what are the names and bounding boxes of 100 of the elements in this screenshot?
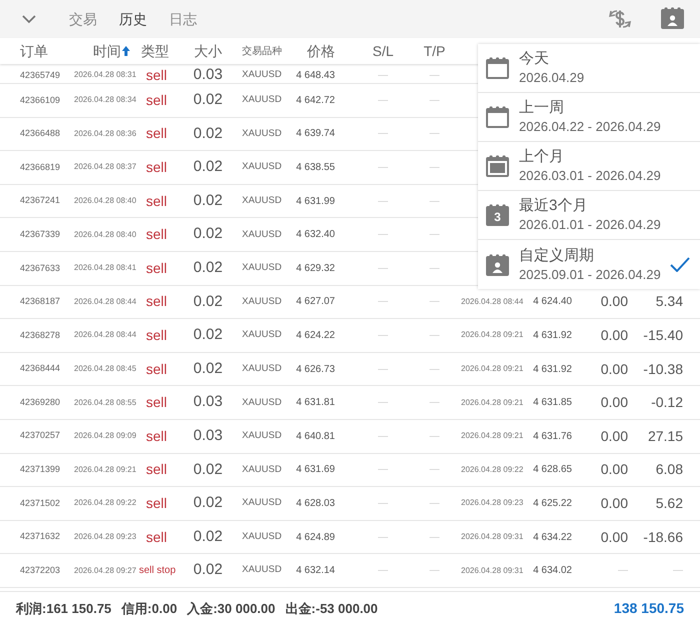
- calendar-person-icon: [660, 6, 685, 30]
- close-price: 4 634.22: [533, 530, 572, 545]
- trade-type: sell stop: [138, 564, 176, 578]
- take-profit: —: [430, 430, 440, 444]
- column-header[interactable]: 时间: [93, 40, 138, 62]
- close-price: 4 631.76: [533, 430, 572, 444]
- symbol: XAUUSD: [241, 530, 283, 544]
- open-time: 2026.04.28 08:41: [74, 262, 138, 274]
- take-profit: —: [430, 262, 440, 276]
- column-header[interactable]: 价格: [307, 40, 358, 62]
- price: 4 638.55: [296, 160, 336, 175]
- volume: 0.02: [193, 325, 223, 346]
- column-header[interactable]: 类型: [138, 40, 169, 62]
- order-number: 42370257: [20, 429, 62, 442]
- take-profit: —: [430, 160, 440, 175]
- swap: 0.00: [600, 393, 628, 412]
- order-number: 42371632: [20, 530, 62, 544]
- order-number: 42368444: [20, 362, 62, 376]
- price: 4 624.22: [296, 328, 336, 343]
- table-row[interactable]: 42371399 2026.04.28 09:21 sell 0.02 XAUUSD 4 631.69 — — 2026.04.28 09:22 4 628.65 0.00 6.08: [0, 454, 700, 488]
- trade-type: sell: [145, 393, 168, 412]
- take-profit: —: [430, 328, 440, 343]
- order-number: 42366819: [20, 160, 62, 174]
- open-time: 2026.04.28 09:09: [74, 430, 138, 442]
- stop-loss: —: [378, 295, 388, 310]
- volume: 0.03: [193, 65, 223, 85]
- period-range: 2026.04.29: [519, 69, 584, 87]
- total-balance: 138 150.75: [614, 599, 684, 618]
- volume: 0.03: [193, 426, 223, 446]
- trade-type: sell: [145, 426, 168, 446]
- close-price: 4 628.65: [533, 463, 572, 478]
- take-profit: —: [430, 68, 440, 83]
- column-header[interactable]: S/L: [372, 40, 394, 62]
- price: 4 632.40: [296, 228, 336, 242]
- take-profit: —: [430, 94, 440, 108]
- period-option[interactable]: 上个月 2026.03.01 - 2026.04.29: [478, 142, 700, 191]
- summary-item: 信用:0.00: [121, 600, 178, 618]
- close-price: 4 624.40: [533, 295, 572, 310]
- stop-loss: —: [378, 496, 388, 511]
- calendar-icon: [485, 105, 510, 129]
- profit: 6.08: [656, 460, 683, 480]
- close-time: 2026.04.28 09:22: [461, 464, 524, 476]
- table-row[interactable]: 42368444 2026.04.28 08:45 sell 0.02 XAUUSD 4 626.73 — — 2026.04.28 09:21 4 631.92 0.00 -10.38: [0, 352, 700, 386]
- open-time: 2026.04.28 09:27: [74, 564, 138, 577]
- trade-type: sell: [145, 192, 168, 211]
- period-option[interactable]: 上一周 2026.04.22 - 2026.04.29: [478, 93, 700, 142]
- trade-type: sell: [145, 90, 168, 110]
- volume: 0.02: [193, 358, 223, 379]
- volume: 0.02: [193, 560, 223, 580]
- price: 4 642.72: [296, 94, 336, 108]
- period-option[interactable]: 今天 2026.04.29: [478, 44, 700, 93]
- summary-item: 利润:161 150.75: [16, 600, 112, 618]
- chevron-down-icon[interactable]: [22, 14, 36, 24]
- price: 4 640.81: [296, 430, 336, 444]
- open-time: 2026.04.28 09:23: [74, 531, 138, 544]
- table-row[interactable]: 42371632 2026.04.28 09:23 sell 0.02 XAUUSD 4 624.89 — — 2026.04.28 09:31 4 634.22 0.00 -18.66: [0, 520, 700, 554]
- table-row[interactable]: 42370257 2026.04.28 09:09 sell 0.03 XAUUSD 4 640.81 — — 2026.04.28 09:21 4 631.76 0.00 27.15: [0, 420, 700, 454]
- symbol: XAUUSD: [241, 261, 283, 276]
- symbol: XAUUSD: [241, 294, 283, 309]
- order-number: 42365749: [20, 68, 62, 82]
- order-number: 42366109: [20, 94, 62, 107]
- take-profit: —: [430, 530, 440, 545]
- table-row[interactable]: 42368278 2026.04.28 08:44 sell 0.02 XAUUSD 4 624.22 — — 2026.04.28 09:21 4 631.92 0.00 -15.40: [0, 319, 700, 353]
- column-header[interactable]: 大小: [194, 40, 222, 62]
- currency-exchange-icon[interactable]: [608, 7, 632, 31]
- close-price: 4 634.02: [533, 564, 572, 578]
- profit: -0.12: [651, 393, 683, 412]
- order-number: 42367633: [20, 262, 62, 275]
- stop-loss: —: [378, 362, 388, 377]
- price: 4 648.43: [296, 68, 336, 83]
- profit: —: [673, 564, 683, 578]
- trade-type: sell: [145, 528, 168, 547]
- swap: 0.00: [600, 360, 628, 379]
- order-number: 42368278: [20, 328, 62, 342]
- stop-loss: —: [378, 127, 388, 142]
- column-header[interactable]: 订单: [20, 40, 74, 62]
- volume: 0.02: [193, 124, 223, 144]
- close-time: 2026.04.28 09:21: [461, 363, 524, 376]
- column-header[interactable]: 交易品种: [238, 44, 282, 58]
- period-title: 上一周: [519, 98, 565, 117]
- stop-loss: —: [378, 262, 388, 276]
- symbol: XAUUSD: [241, 462, 283, 477]
- summary-item: 入金:30 000.00: [187, 600, 276, 618]
- stop-loss: —: [378, 530, 388, 545]
- profit: 27.15: [648, 426, 683, 446]
- close-time: 2026.04.28 09:31: [461, 564, 524, 577]
- profit: 5.62: [656, 494, 683, 513]
- period-option[interactable]: 3 最近3个月 2026.01.01 - 2026.04.29: [478, 191, 700, 240]
- table-row[interactable]: 42369280 2026.04.28 08:55 sell 0.03 XAUUSD 4 631.81 — — 2026.04.28 09:21 4 631.85 0.00 -0.12: [0, 386, 700, 420]
- close-price: 4 631.92: [533, 328, 572, 343]
- close-time: 2026.04.28 08:44: [461, 296, 524, 308]
- table-row[interactable]: 42371502 2026.04.28 09:22 sell 0.02 XAUUSD 4 628.03 — — 2026.04.28 09:23 4 625.22 0.00 5.62: [0, 487, 700, 521]
- volume: 0.03: [193, 392, 223, 412]
- symbol: XAUUSD: [241, 126, 283, 141]
- swap: —: [618, 564, 628, 578]
- close-price: 4 631.92: [533, 362, 572, 377]
- table-row[interactable]: 42372203 2026.04.28 09:27 sell stop 0.02 XAUUSD 4 632.14 — — 2026.04.28 09:31 4 634.02 — —: [0, 554, 700, 588]
- column-header[interactable]: T/P: [424, 40, 446, 62]
- price: 4 632.14: [296, 564, 336, 578]
- period-range: 2026.01.01 - 2026.04.29: [519, 216, 661, 234]
